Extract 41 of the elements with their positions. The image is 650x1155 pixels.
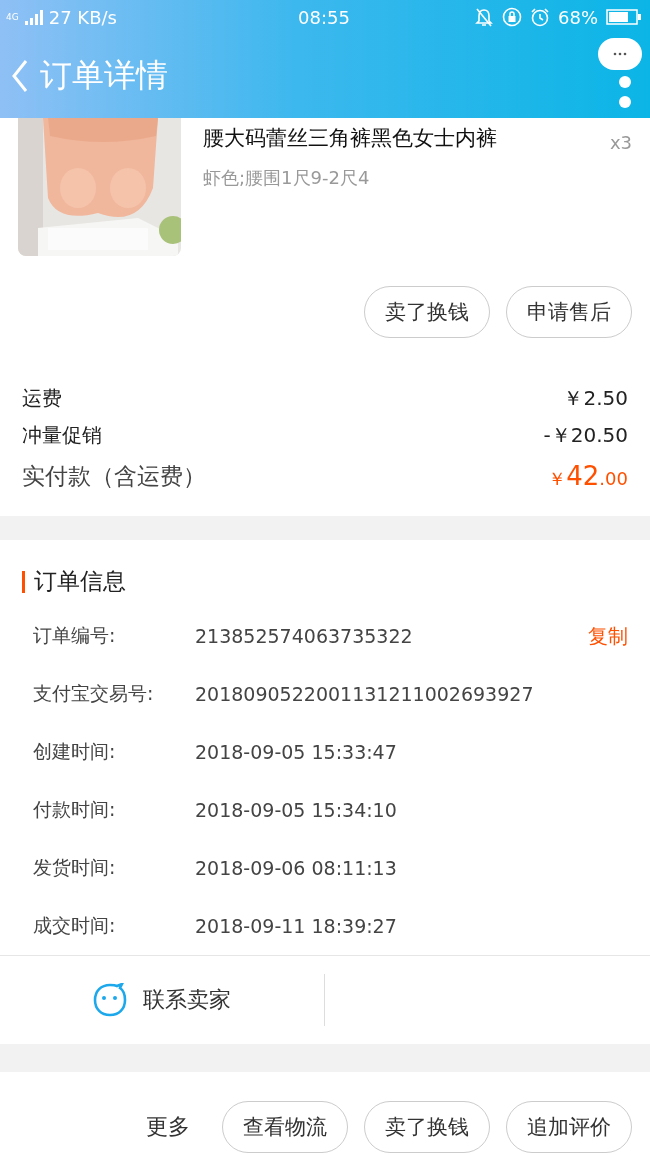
field-label: 发货时间: xyxy=(33,855,117,880)
field-value: 2018-09-05 15:34:10 xyxy=(195,799,398,821)
field-value: 2018-09-06 08:11:13 xyxy=(195,857,398,879)
field-label: 创建时间: xyxy=(33,739,117,764)
field-value: 2018090522001131211002693927 xyxy=(195,683,535,705)
field-value: 213852574063735322 xyxy=(195,625,414,647)
cost-value: ￥2.50 xyxy=(563,385,628,412)
more-icon[interactable] xyxy=(598,38,642,108)
field-label: 付款时间: xyxy=(33,797,117,822)
network-speed: 27 KB/s xyxy=(48,6,117,28)
action-button[interactable]: 追加评价 xyxy=(506,1101,632,1153)
field-label: 支付宝交易号: xyxy=(33,681,155,706)
rotation-lock-icon xyxy=(502,7,522,27)
action-button[interactable]: 卖了换钱 xyxy=(364,286,490,338)
network-type: 4G xyxy=(6,12,19,22)
muted-bell-icon xyxy=(474,7,494,27)
field-value: 2018-09-05 15:33:47 xyxy=(195,741,398,763)
section-title: 订单信息 xyxy=(34,567,126,596)
battery-percent: 68% xyxy=(558,6,598,28)
chat-face-icon xyxy=(93,983,127,1017)
cost-label: 冲量促销 xyxy=(22,422,102,449)
battery-icon xyxy=(606,9,642,25)
alarm-icon xyxy=(530,7,550,27)
cost-label: 运费 xyxy=(22,385,62,412)
action-button[interactable]: 申请售后 xyxy=(506,286,632,338)
field-label: 成交时间: xyxy=(33,913,117,938)
action-button[interactable]: 查看物流 xyxy=(222,1101,348,1153)
total-label: 实付款（含运费） xyxy=(22,461,206,491)
product-title: 腰大码蕾丝三角裤黑色女士内裤 xyxy=(203,125,497,152)
clock: 08:55 xyxy=(298,6,350,28)
more-link[interactable]: 更多 xyxy=(146,1112,190,1142)
product-quantity: x3 xyxy=(609,132,632,153)
signal-icon xyxy=(24,9,43,25)
contact-seller-button[interactable]: 联系卖家 xyxy=(0,974,325,1026)
field-label: 订单编号: xyxy=(33,623,117,648)
page-title: 订单详情 xyxy=(40,55,168,96)
field-value: 2018-09-11 18:39:27 xyxy=(195,915,398,937)
cost-value: -￥20.50 xyxy=(543,422,628,449)
action-button[interactable]: 卖了换钱 xyxy=(364,1101,490,1153)
product-sku: 虾色;腰围1尺9-2尺4 xyxy=(203,166,371,190)
total-amount: ￥42.00 xyxy=(548,461,628,491)
